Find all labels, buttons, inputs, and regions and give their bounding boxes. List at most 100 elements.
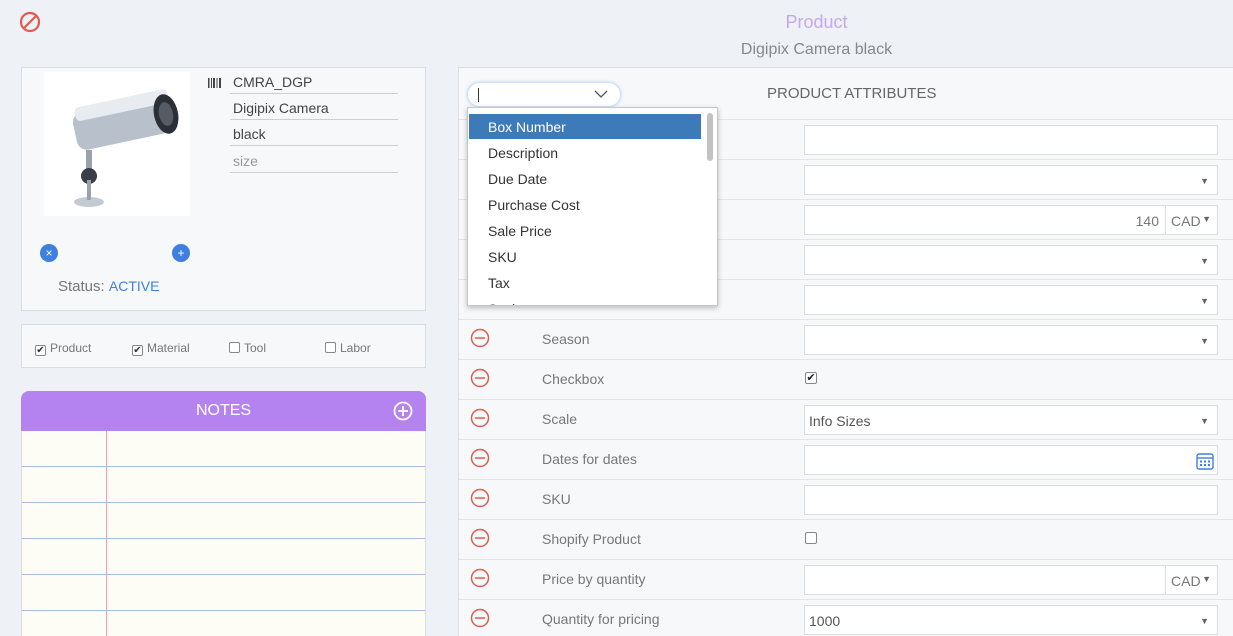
add-photo-button[interactable]: + <box>172 244 190 262</box>
product-photo <box>44 72 190 216</box>
page-subtitle: Digipix Camera black <box>740 41 893 58</box>
remove-attribute-icon[interactable] <box>470 568 490 588</box>
type-product-checkbox[interactable]: ✔ Product <box>35 341 91 356</box>
quantity-select[interactable]: 1000 ▼ <box>804 605 1218 635</box>
size-field[interactable]: size <box>230 148 398 173</box>
attribute-label: Quantity for pricing <box>542 611 660 627</box>
type-material-checkbox[interactable]: ✔ Material <box>132 341 190 356</box>
status-badge[interactable]: ACTIVE <box>109 278 160 294</box>
date-input[interactable] <box>804 445 1218 475</box>
dropdown-option[interactable]: Tax <box>469 270 701 295</box>
chevron-down-icon <box>594 90 608 98</box>
attribute-select-input[interactable]: ▼ <box>804 285 1218 315</box>
dropdown-scrollbar[interactable] <box>707 113 713 161</box>
notes-header: NOTES <box>21 391 426 431</box>
attribute-label: SKU <box>542 491 571 507</box>
dropdown-option[interactable]: Sale Price <box>469 218 701 243</box>
price-input[interactable]: 140 CAD ▼ <box>804 205 1218 235</box>
scale-value: Info Sizes <box>809 413 871 429</box>
product-type-card: ✔ Product ✔ Material Tool Labor <box>21 324 426 368</box>
type-label: Product <box>50 341 92 355</box>
attributes-title: PRODUCT ATTRIBUTES <box>767 85 937 102</box>
dropdown-arrow-icon: ▼ <box>1200 416 1209 426</box>
remove-attribute-icon[interactable] <box>470 448 490 468</box>
type-label: Tool <box>244 341 267 355</box>
currency-label: CAD <box>1171 573 1201 589</box>
attribute-label: Price by quantity <box>542 571 646 587</box>
attribute-label: Shopify Product <box>542 531 641 547</box>
checkbox-unchecked[interactable] <box>805 532 817 544</box>
attribute-row-shopify: Shopify Product <box>459 519 1233 559</box>
dropdown-option[interactable]: Purchase Cost <box>469 192 701 217</box>
type-label: Material <box>147 341 190 355</box>
notes-rule <box>22 466 425 467</box>
attribute-select[interactable] <box>467 82 621 107</box>
attribute-dropdown-list[interactable]: Box Number Description Due Date Purchase… <box>467 107 718 306</box>
scale-select[interactable]: Info Sizes ▼ <box>804 405 1218 435</box>
dropdown-option[interactable]: Due Date <box>469 166 701 191</box>
attribute-label: Scale <box>542 411 578 427</box>
attribute-row-season: Season ▼ <box>459 319 1233 359</box>
sku-input[interactable] <box>804 485 1218 515</box>
attribute-row-dates: Dates for dates <box>459 439 1233 479</box>
remove-attribute-icon[interactable] <box>470 608 490 628</box>
notes-area[interactable] <box>21 431 426 636</box>
notes-rule <box>22 610 425 611</box>
dropdown-option[interactable]: Scale <box>469 296 701 305</box>
currency-select[interactable]: CAD ▼ <box>1165 206 1217 234</box>
dropdown-arrow-icon: ▼ <box>1202 214 1211 224</box>
checkbox-box[interactable] <box>229 342 240 353</box>
type-label: Labor <box>340 341 371 355</box>
remove-photo-button[interactable]: × <box>40 244 58 262</box>
checkbox-box[interactable]: ✔ <box>132 345 143 356</box>
barcode-icon <box>208 78 221 88</box>
status-label: Status: <box>58 278 105 295</box>
remove-attribute-icon[interactable] <box>470 328 490 348</box>
attribute-row-quantity: Quantity for pricing 1000 ▼ <box>459 599 1233 636</box>
attribute-row-scale: Scale Info Sizes ▼ <box>459 399 1233 439</box>
remove-attribute-icon[interactable] <box>470 408 490 428</box>
dropdown-arrow-icon: ▼ <box>1200 616 1209 626</box>
price-by-quantity-input[interactable]: CAD ▼ <box>804 565 1218 595</box>
season-select[interactable]: ▼ <box>804 325 1218 355</box>
dropdown-arrow-icon: ▼ <box>1202 574 1211 584</box>
dropdown-option[interactable]: Description <box>469 140 701 165</box>
sku-field[interactable]: CMRA_DGP <box>230 69 398 94</box>
type-tool-checkbox[interactable]: Tool <box>229 341 266 355</box>
attribute-row-price-by-quantity: Price by quantity CAD ▼ <box>459 559 1233 599</box>
dropdown-arrow-icon: ▼ <box>1200 256 1209 266</box>
product-card: × + Status: ACTIVE CMRA_DGP Digipix Came… <box>21 67 426 311</box>
dropdown-arrow-icon: ▼ <box>1200 176 1209 186</box>
checkbox-box[interactable] <box>325 342 336 353</box>
name-field[interactable]: Digipix Camera <box>230 95 398 120</box>
checkbox-box[interactable]: ✔ <box>35 345 46 356</box>
dropdown-arrow-icon: ▼ <box>1200 336 1209 346</box>
attribute-label: Season <box>542 331 590 347</box>
notes-rule <box>22 574 425 575</box>
attribute-input[interactable] <box>804 125 1218 155</box>
status-line: Status: ACTIVE <box>58 278 159 295</box>
color-field[interactable]: black <box>230 121 398 146</box>
attribute-row-checkbox: Checkbox ✔ <box>459 359 1233 399</box>
remove-attribute-icon[interactable] <box>470 488 490 508</box>
remove-attribute-icon[interactable] <box>470 528 490 548</box>
attribute-label: Dates for dates <box>542 451 637 467</box>
attribute-select-input[interactable]: ▼ <box>804 165 1218 195</box>
dropdown-arrow-icon: ▼ <box>1200 296 1209 306</box>
remove-attribute-icon[interactable] <box>470 368 490 388</box>
add-note-icon[interactable] <box>393 401 413 421</box>
dropdown-option[interactable]: SKU <box>469 244 701 269</box>
attribute-label: Checkbox <box>542 371 605 387</box>
currency-select[interactable]: CAD ▼ <box>1165 566 1217 594</box>
notes-rule <box>22 538 425 539</box>
notes-margin-line <box>106 431 107 636</box>
attribute-select-input[interactable]: ▼ <box>804 245 1218 275</box>
price-value: 140 <box>1135 213 1159 229</box>
calendar-icon[interactable] <box>1195 451 1215 471</box>
currency-label: CAD <box>1171 213 1201 229</box>
page-title: Product <box>785 12 848 32</box>
notes-rule <box>22 502 425 503</box>
checkbox-checked[interactable]: ✔ <box>805 372 817 384</box>
type-labor-checkbox[interactable]: Labor <box>325 341 371 355</box>
dropdown-option[interactable]: Box Number <box>469 114 701 139</box>
